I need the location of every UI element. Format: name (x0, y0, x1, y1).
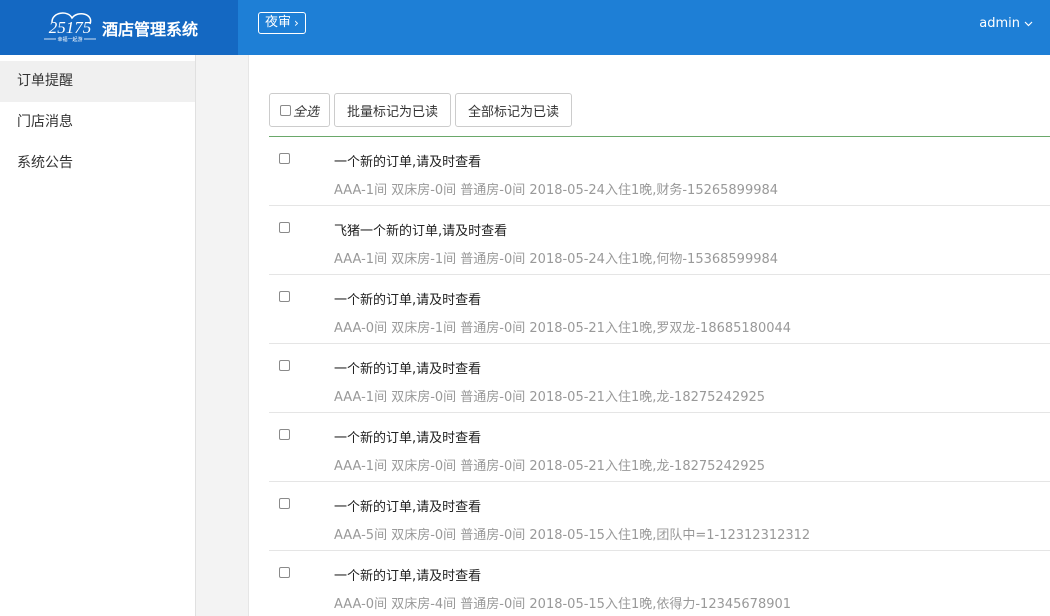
message-title: 一个新的订单,请及时查看 (334, 500, 482, 515)
message-title: 一个新的订单,请及时查看 (334, 569, 482, 584)
message-detail: AAA-5间 双床房-0间 普通房-0间 2018-05-15入住1晚,团队中=… (334, 528, 811, 543)
select-all-label: 全选 (293, 104, 320, 120)
message-list: 一个新的订单,请及时查看 AAA-1间 双床房-0间 普通房-0间 2018-0… (269, 137, 1050, 616)
sidebar-item-order-alerts[interactable]: 订单提醒 (0, 61, 195, 102)
brand-area: 25175 幸福一起游 酒店管理系统 (0, 0, 238, 55)
list-item[interactable]: 一个新的订单,请及时查看 AAA-1间 双床房-0间 普通房-0间 2018-0… (269, 344, 1050, 413)
night-audit-label: 夜审 (265, 15, 292, 30)
list-item[interactable]: 一个新的订单,请及时查看 AAA-1间 双床房-0间 普通房-0间 2018-0… (269, 137, 1050, 206)
row-checkbox[interactable] (279, 222, 290, 233)
list-item[interactable]: 飞猪一个新的订单,请及时查看 AAA-1间 双床房-1间 普通房-0间 2018… (269, 206, 1050, 275)
content-gutter (196, 55, 249, 616)
message-detail: AAA-1间 双床房-0间 普通房-0间 2018-05-21入住1晚,龙-18… (334, 459, 766, 474)
list-item[interactable]: 一个新的订单,请及时查看 AAA-5间 双床房-0间 普通房-0间 2018-0… (269, 482, 1050, 551)
sidebar-item-system-notices[interactable]: 系统公告 (0, 143, 195, 184)
row-checkbox[interactable] (279, 291, 290, 302)
sidebar-item-store-messages[interactable]: 门店消息 (0, 102, 195, 143)
list-item[interactable]: 一个新的订单,请及时查看 AAA-1间 双床房-0间 普通房-0间 2018-0… (269, 413, 1050, 482)
select-all-button[interactable]: 全选 (269, 93, 331, 127)
list-item[interactable]: 一个新的订单,请及时查看 AAA-0间 双床房-1间 普通房-0间 2018-0… (269, 275, 1050, 344)
main-content: 全选 批量标记为已读 全部标记为已读 一个新的订单,请及时查看 AAA-1间 双… (249, 55, 1050, 616)
chevron-right-icon: › (294, 16, 299, 30)
top-header: 25175 幸福一起游 酒店管理系统 夜审 › admin (0, 0, 1050, 55)
logo: 25175 幸福一起游 (44, 12, 96, 43)
message-title: 一个新的订单,请及时查看 (334, 362, 482, 377)
sidebar: 订单提醒 门店消息 系统公告 (0, 55, 196, 616)
row-checkbox[interactable] (279, 429, 290, 440)
row-checkbox[interactable] (279, 360, 290, 371)
message-title: 一个新的订单,请及时查看 (334, 155, 482, 170)
message-detail: AAA-0间 双床房-1间 普通房-0间 2018-05-21入住1晚,罗双龙-… (334, 321, 792, 336)
row-checkbox[interactable] (279, 498, 290, 509)
message-detail: AAA-1间 双床房-0间 普通房-0间 2018-05-21入住1晚,龙-18… (334, 390, 766, 405)
message-detail: AAA-1间 双床房-0间 普通房-0间 2018-05-24入住1晚,财务-1… (334, 183, 779, 198)
mark-all-read-button[interactable]: 全部标记为已读 (455, 93, 573, 127)
user-name: admin (979, 16, 1020, 31)
toolbar: 全选 批量标记为已读 全部标记为已读 (269, 93, 573, 127)
user-menu[interactable]: admin (979, 16, 1033, 31)
chevron-down-icon (1024, 21, 1033, 26)
batch-mark-read-button[interactable]: 批量标记为已读 (334, 93, 452, 127)
logo-subtext: 幸福一起游 (57, 36, 82, 43)
message-detail: AAA-0间 双床房-4间 普通房-0间 2018-05-15入住1晚,依得力-… (334, 597, 792, 612)
row-checkbox[interactable] (279, 153, 290, 164)
message-detail: AAA-1间 双床房-1间 普通房-0间 2018-05-24入住1晚,何物-1… (334, 252, 779, 267)
select-all-checkbox[interactable] (280, 104, 291, 116)
night-audit-button[interactable]: 夜审 › (258, 12, 306, 34)
list-item[interactable]: 一个新的订单,请及时查看 AAA-0间 双床房-4间 普通房-0间 2018-0… (269, 551, 1050, 616)
message-title: 一个新的订单,请及时查看 (334, 431, 482, 446)
logo-text: 25175 (49, 18, 92, 37)
app-title: 酒店管理系统 (102, 20, 199, 39)
message-title: 一个新的订单,请及时查看 (334, 293, 482, 308)
row-checkbox[interactable] (279, 567, 290, 578)
message-title: 飞猪一个新的订单,请及时查看 (334, 224, 508, 239)
